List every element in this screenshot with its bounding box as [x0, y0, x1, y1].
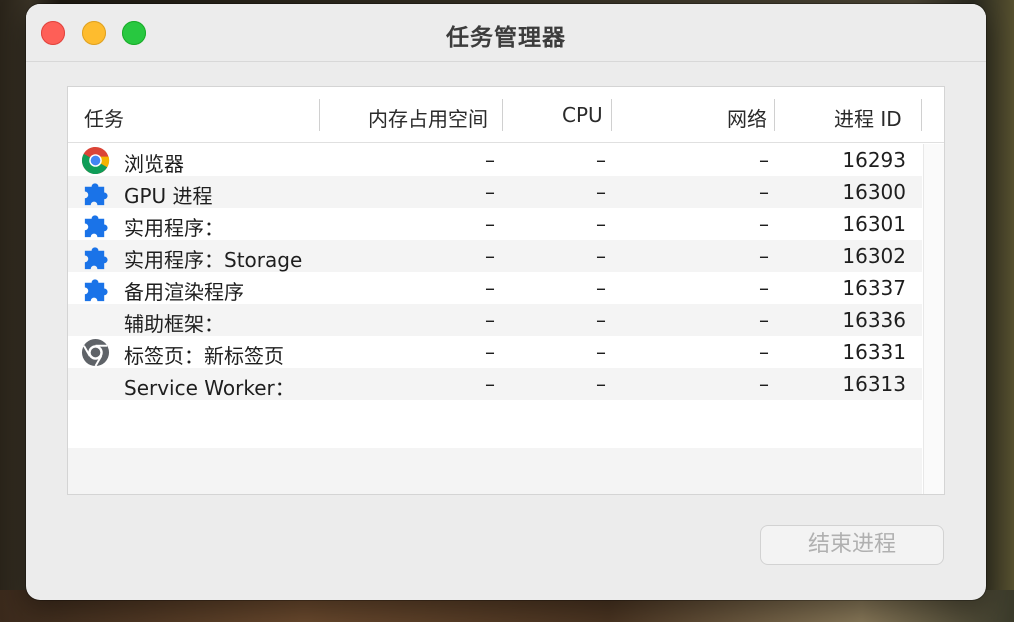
process-name: 备用渲染程序	[124, 280, 244, 304]
network-value: –	[759, 372, 769, 396]
cpu-value: –	[596, 308, 606, 332]
chrome-gray-icon	[81, 338, 110, 367]
process-name: GPU 进程	[124, 184, 213, 208]
network-value: –	[759, 212, 769, 236]
window-title: 任务管理器	[446, 25, 566, 51]
memory-value: –	[485, 244, 495, 268]
process-id: 16300	[842, 180, 906, 204]
process-name: 实用程序：Storage	[124, 248, 303, 272]
title-bar[interactable]: 任务管理器	[26, 4, 986, 62]
memory-value: –	[485, 212, 495, 236]
table-row[interactable]: 实用程序：Storage – – – 16302	[68, 240, 922, 272]
puzzle-icon	[84, 183, 108, 206]
cpu-value: –	[596, 180, 606, 204]
puzzle-icon	[84, 247, 108, 270]
process-id: 16301	[842, 212, 906, 236]
memory-value: –	[485, 180, 495, 204]
process-name: 辅助框架：	[124, 312, 224, 336]
table-row[interactable]: 辅助框架： – – – 16336	[68, 304, 922, 336]
process-id: 16302	[842, 244, 906, 268]
memory-value: –	[485, 340, 495, 364]
table-row[interactable]: Service Worker： – – – 16313	[68, 368, 922, 400]
table-row[interactable]: 标签页：新标签页 – – – 16331	[68, 336, 922, 368]
process-rows: 浏览器 – – – 16293 GPU 进程 – – – 16300 实用程序：…	[68, 144, 922, 400]
chrome-icon	[81, 146, 110, 175]
process-id: 16293	[842, 148, 906, 172]
cpu-value: –	[596, 212, 606, 236]
memory-value: –	[485, 308, 495, 332]
task-manager-window: 任务管理器 任务 内存占用空间 CPU 网络 进程 ID 浏览器 – – – 1…	[26, 4, 986, 600]
column-header-memory[interactable]: 内存占用空间	[368, 103, 488, 132]
column-divider[interactable]	[774, 99, 775, 131]
table-row[interactable]: 浏览器 – – – 16293	[68, 144, 922, 176]
network-value: –	[759, 180, 769, 204]
process-id: 16337	[842, 276, 906, 300]
table-header: 任务 内存占用空间 CPU 网络 进程 ID	[68, 87, 944, 143]
column-divider[interactable]	[319, 99, 320, 131]
process-name: 标签页：新标签页	[124, 344, 284, 368]
table-row[interactable]: 备用渲染程序 – – – 16337	[68, 272, 922, 304]
cpu-value: –	[596, 276, 606, 300]
process-name: 浏览器	[124, 152, 184, 176]
scrollbar[interactable]	[923, 144, 944, 494]
memory-value: –	[485, 276, 495, 300]
process-id: 16336	[842, 308, 906, 332]
process-table: 任务 内存占用空间 CPU 网络 进程 ID 浏览器 – – – 16293 G…	[67, 86, 945, 495]
column-header-cpu[interactable]: CPU	[562, 103, 603, 127]
memory-value: –	[485, 148, 495, 172]
column-divider[interactable]	[921, 99, 922, 131]
puzzle-icon	[84, 279, 108, 302]
process-name: 实用程序：	[124, 216, 224, 240]
cpu-value: –	[596, 244, 606, 268]
cpu-value: –	[596, 372, 606, 396]
network-value: –	[759, 276, 769, 300]
process-name: Service Worker：	[124, 376, 295, 400]
process-id: 16313	[842, 372, 906, 396]
network-value: –	[759, 148, 769, 172]
column-divider[interactable]	[502, 99, 503, 131]
column-header-task[interactable]: 任务	[84, 103, 124, 132]
puzzle-icon	[84, 215, 108, 238]
table-row[interactable]: GPU 进程 – – – 16300	[68, 176, 922, 208]
network-value: –	[759, 308, 769, 332]
cpu-value: –	[596, 148, 606, 172]
memory-value: –	[485, 372, 495, 396]
empty-row	[68, 448, 922, 494]
network-value: –	[759, 244, 769, 268]
table-row[interactable]: 实用程序： – – – 16301	[68, 208, 922, 240]
column-header-network[interactable]: 网络	[727, 103, 767, 132]
cpu-value: –	[596, 340, 606, 364]
network-value: –	[759, 340, 769, 364]
end-process-button[interactable]: 结束进程	[760, 525, 944, 565]
column-divider[interactable]	[611, 99, 612, 131]
column-header-pid[interactable]: 进程 ID	[834, 103, 902, 132]
process-id: 16331	[842, 340, 906, 364]
empty-row	[68, 400, 922, 448]
